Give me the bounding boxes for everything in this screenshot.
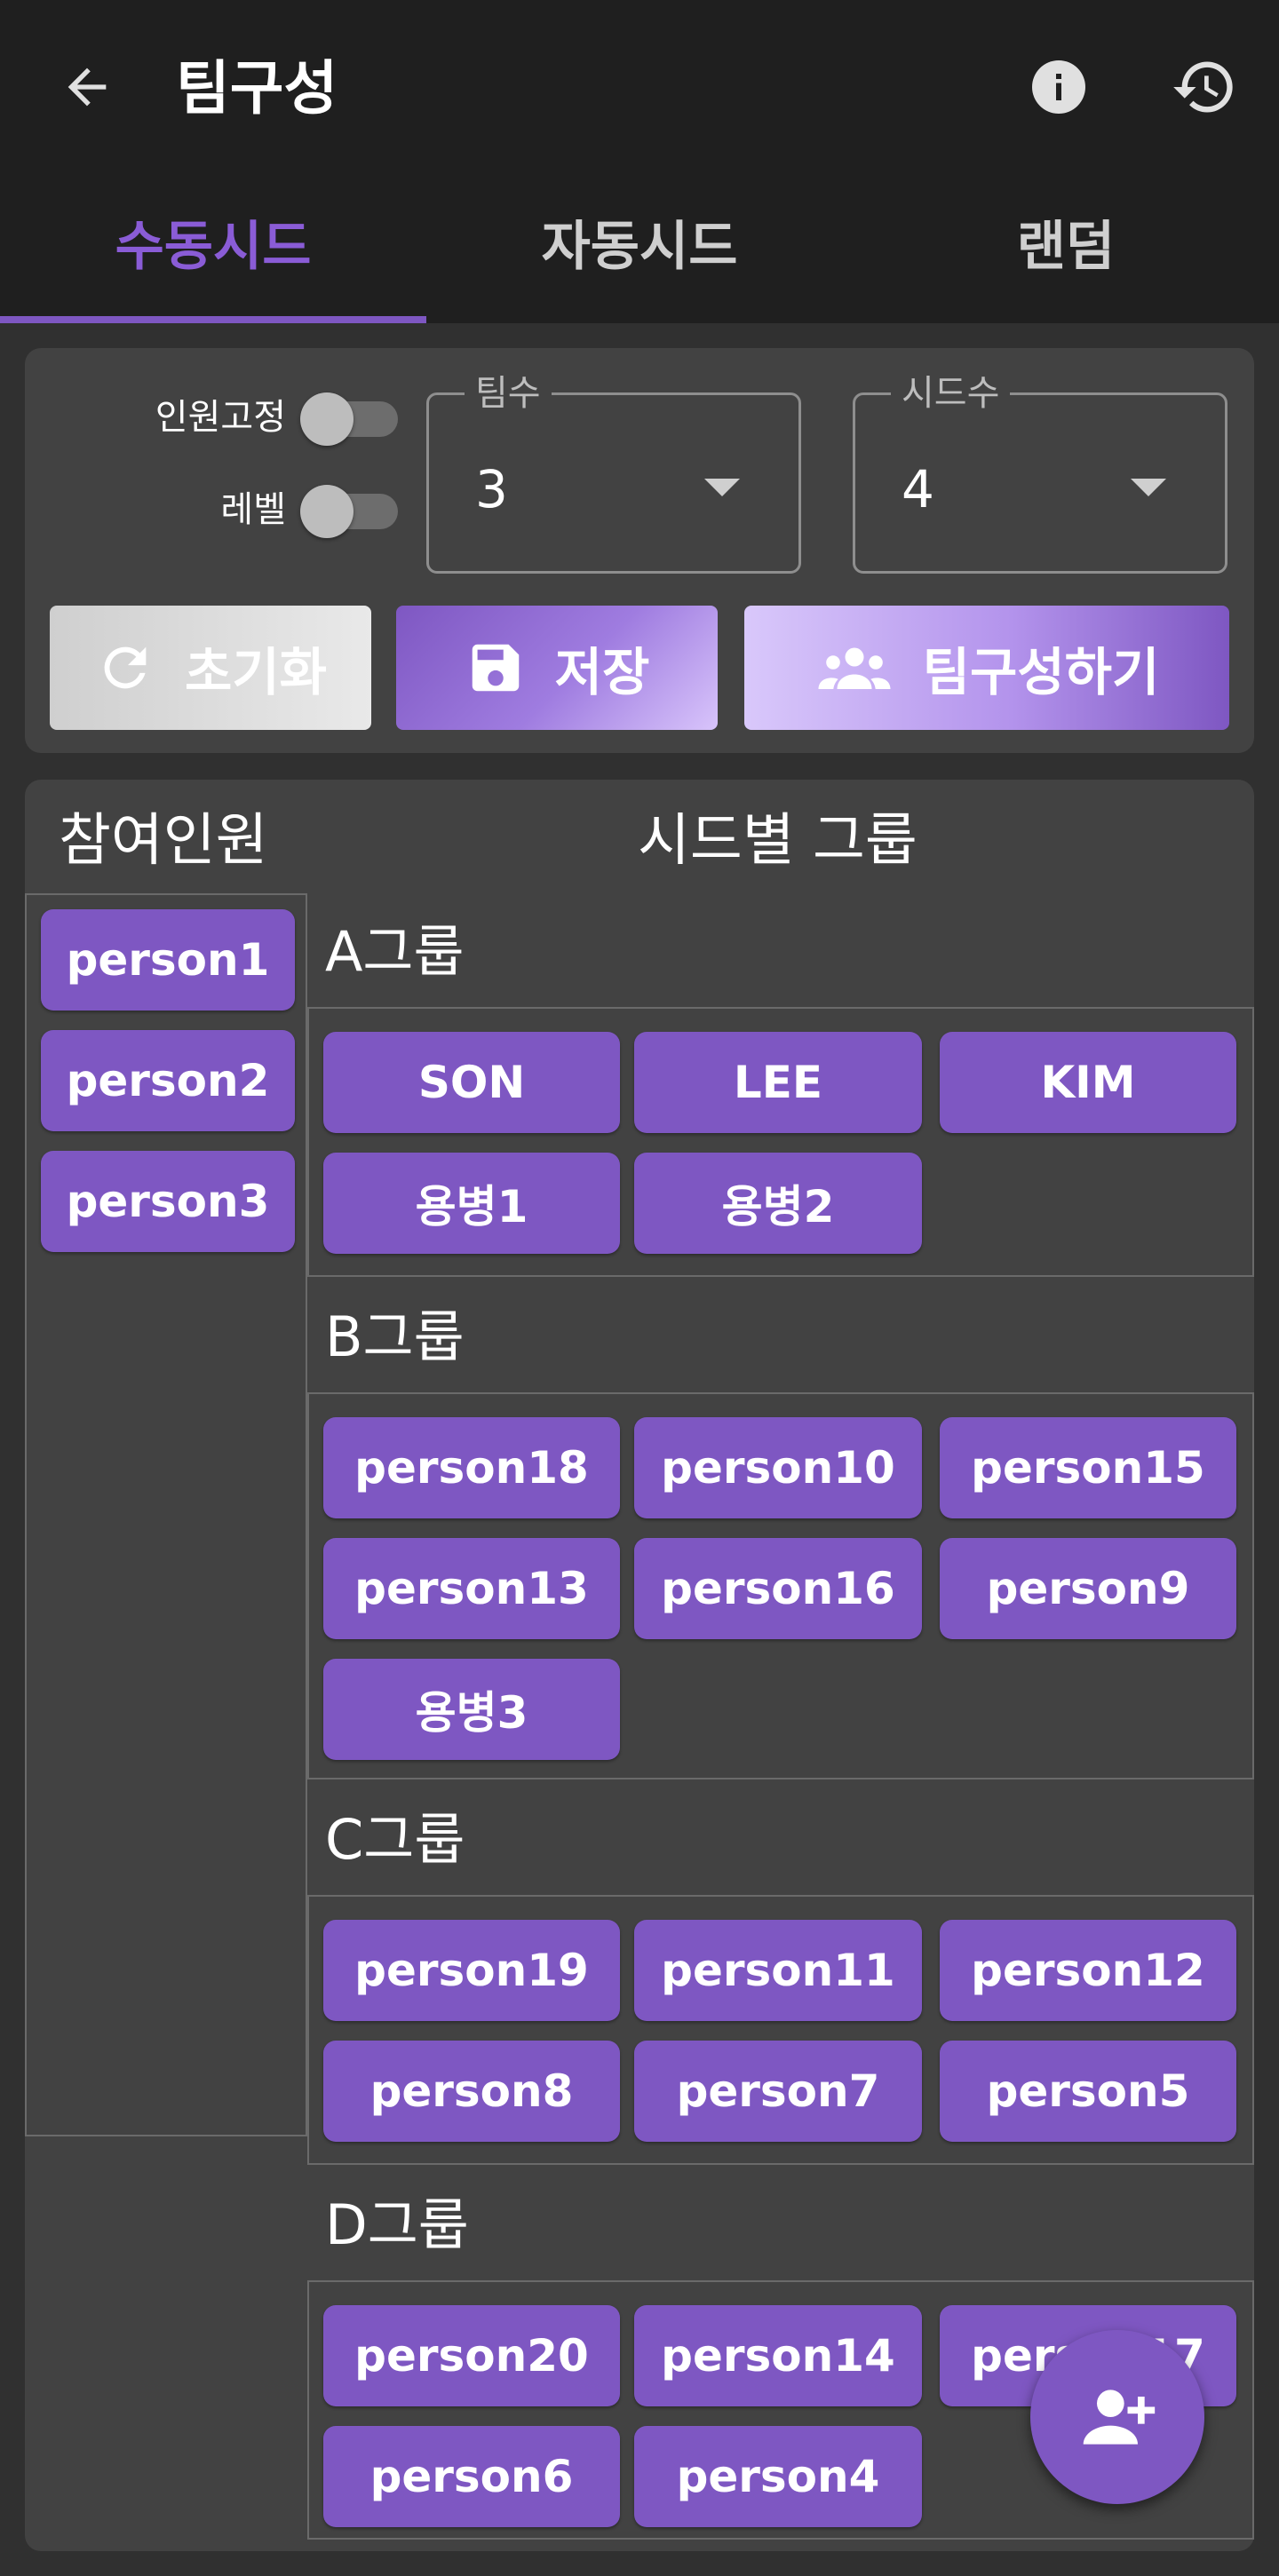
page-title: 팀구성: [176, 54, 338, 123]
switch-thumb: [300, 485, 354, 538]
info-button[interactable]: [1023, 52, 1094, 123]
save-label: 저장: [554, 642, 650, 702]
member-chip[interactable]: person11: [634, 1920, 922, 2021]
member-chip[interactable]: person4: [634, 2426, 922, 2527]
member-chip[interactable]: person16: [634, 1538, 922, 1639]
group-box-b: person18 person10 person15 person13 pers…: [307, 1392, 1254, 1779]
participant-chip[interactable]: person3: [41, 1151, 295, 1252]
member-chip[interactable]: person9: [940, 1538, 1236, 1639]
member-chip[interactable]: 용병3: [323, 1659, 620, 1760]
tab-bar: 수동시드 자동시드 랜덤: [0, 178, 1279, 323]
member-chip[interactable]: KIM: [940, 1032, 1236, 1133]
seed-count-legend: 시드수: [891, 374, 1011, 413]
member-chip[interactable]: 용병1: [323, 1153, 620, 1254]
member-chip[interactable]: person7: [634, 2041, 922, 2142]
level-label: 레벨: [220, 489, 286, 530]
member-chip[interactable]: 용병2: [634, 1153, 922, 1254]
fixed-members-switch[interactable]: [300, 387, 398, 446]
group-label-c: C그룹: [325, 1807, 465, 1872]
level-switch[interactable]: [300, 480, 398, 538]
member-chip[interactable]: person14: [634, 2305, 922, 2406]
dropdown-arrow-icon: [1131, 479, 1166, 496]
participants-list: person1 person2 person3: [25, 893, 307, 2136]
settings-card: 인원고정 레벨 팀수 3 시드수 4 초기화 저장 팀구성하기: [25, 348, 1254, 753]
group-box-a: SON LEE KIM 용병1 용병2: [307, 1007, 1254, 1277]
group-label-b: B그룹: [325, 1304, 465, 1369]
group-box-c: person19 person11 person12 person8 perso…: [307, 1895, 1254, 2165]
add-person-fab[interactable]: [1030, 2330, 1204, 2504]
participant-chip[interactable]: person2: [41, 1030, 295, 1131]
tab-random[interactable]: 랜덤: [853, 178, 1279, 323]
member-chip[interactable]: SON: [323, 1032, 620, 1133]
member-chip[interactable]: LEE: [634, 1032, 922, 1133]
save-button[interactable]: 저장: [396, 606, 718, 730]
build-team-label: 팀구성하기: [922, 642, 1160, 702]
switch-thumb: [300, 392, 354, 446]
member-chip[interactable]: person20: [323, 2305, 620, 2406]
seed-count-value: 4: [902, 459, 934, 519]
member-chip[interactable]: person8: [323, 2041, 620, 2142]
history-button[interactable]: [1169, 52, 1240, 123]
member-chip[interactable]: person5: [940, 2041, 1236, 2142]
member-chip[interactable]: person18: [323, 1417, 620, 1518]
info-icon: [1032, 60, 1085, 114]
member-chip[interactable]: person10: [634, 1417, 922, 1518]
member-chip[interactable]: person12: [940, 1920, 1236, 2021]
reset-button[interactable]: 초기화: [50, 606, 371, 730]
group-icon: [814, 637, 894, 699]
member-chip[interactable]: person15: [940, 1417, 1236, 1518]
save-icon: [465, 637, 527, 699]
participants-title: 참여인원: [59, 808, 268, 874]
refresh-icon: [94, 637, 156, 699]
seed-count-select[interactable]: 시드수 4: [853, 374, 1227, 574]
groups-title: 시드별 그룹: [638, 808, 918, 874]
history-icon: [1173, 61, 1233, 113]
team-count-value: 3: [475, 459, 508, 519]
level-row: 레벨: [69, 471, 398, 542]
reset-label: 초기화: [184, 642, 328, 702]
fixed-members-row: 인원고정: [69, 378, 398, 449]
arrow-left-icon: [68, 67, 107, 107]
tab-auto-seed[interactable]: 자동시드: [426, 178, 853, 323]
team-count-legend: 팀수: [465, 374, 552, 413]
add-person-icon: [1083, 2390, 1156, 2445]
tab-manual-seed[interactable]: 수동시드: [0, 178, 426, 323]
fixed-members-label: 인원고정: [155, 397, 286, 438]
app-bar: 팀구성: [0, 0, 1279, 178]
back-button[interactable]: [52, 52, 123, 123]
teams-card: 참여인원 시드별 그룹 person1 person2 person3 A그룹 …: [25, 780, 1254, 2551]
dropdown-arrow-icon: [704, 479, 740, 496]
participant-chip[interactable]: person1: [41, 909, 295, 1011]
team-count-select[interactable]: 팀수 3: [426, 374, 801, 574]
group-label-d: D그룹: [325, 2192, 469, 2257]
build-team-button[interactable]: 팀구성하기: [744, 606, 1229, 730]
member-chip[interactable]: person19: [323, 1920, 620, 2021]
member-chip[interactable]: person6: [323, 2426, 620, 2527]
group-label-a: A그룹: [325, 919, 465, 984]
member-chip[interactable]: person13: [323, 1538, 620, 1639]
